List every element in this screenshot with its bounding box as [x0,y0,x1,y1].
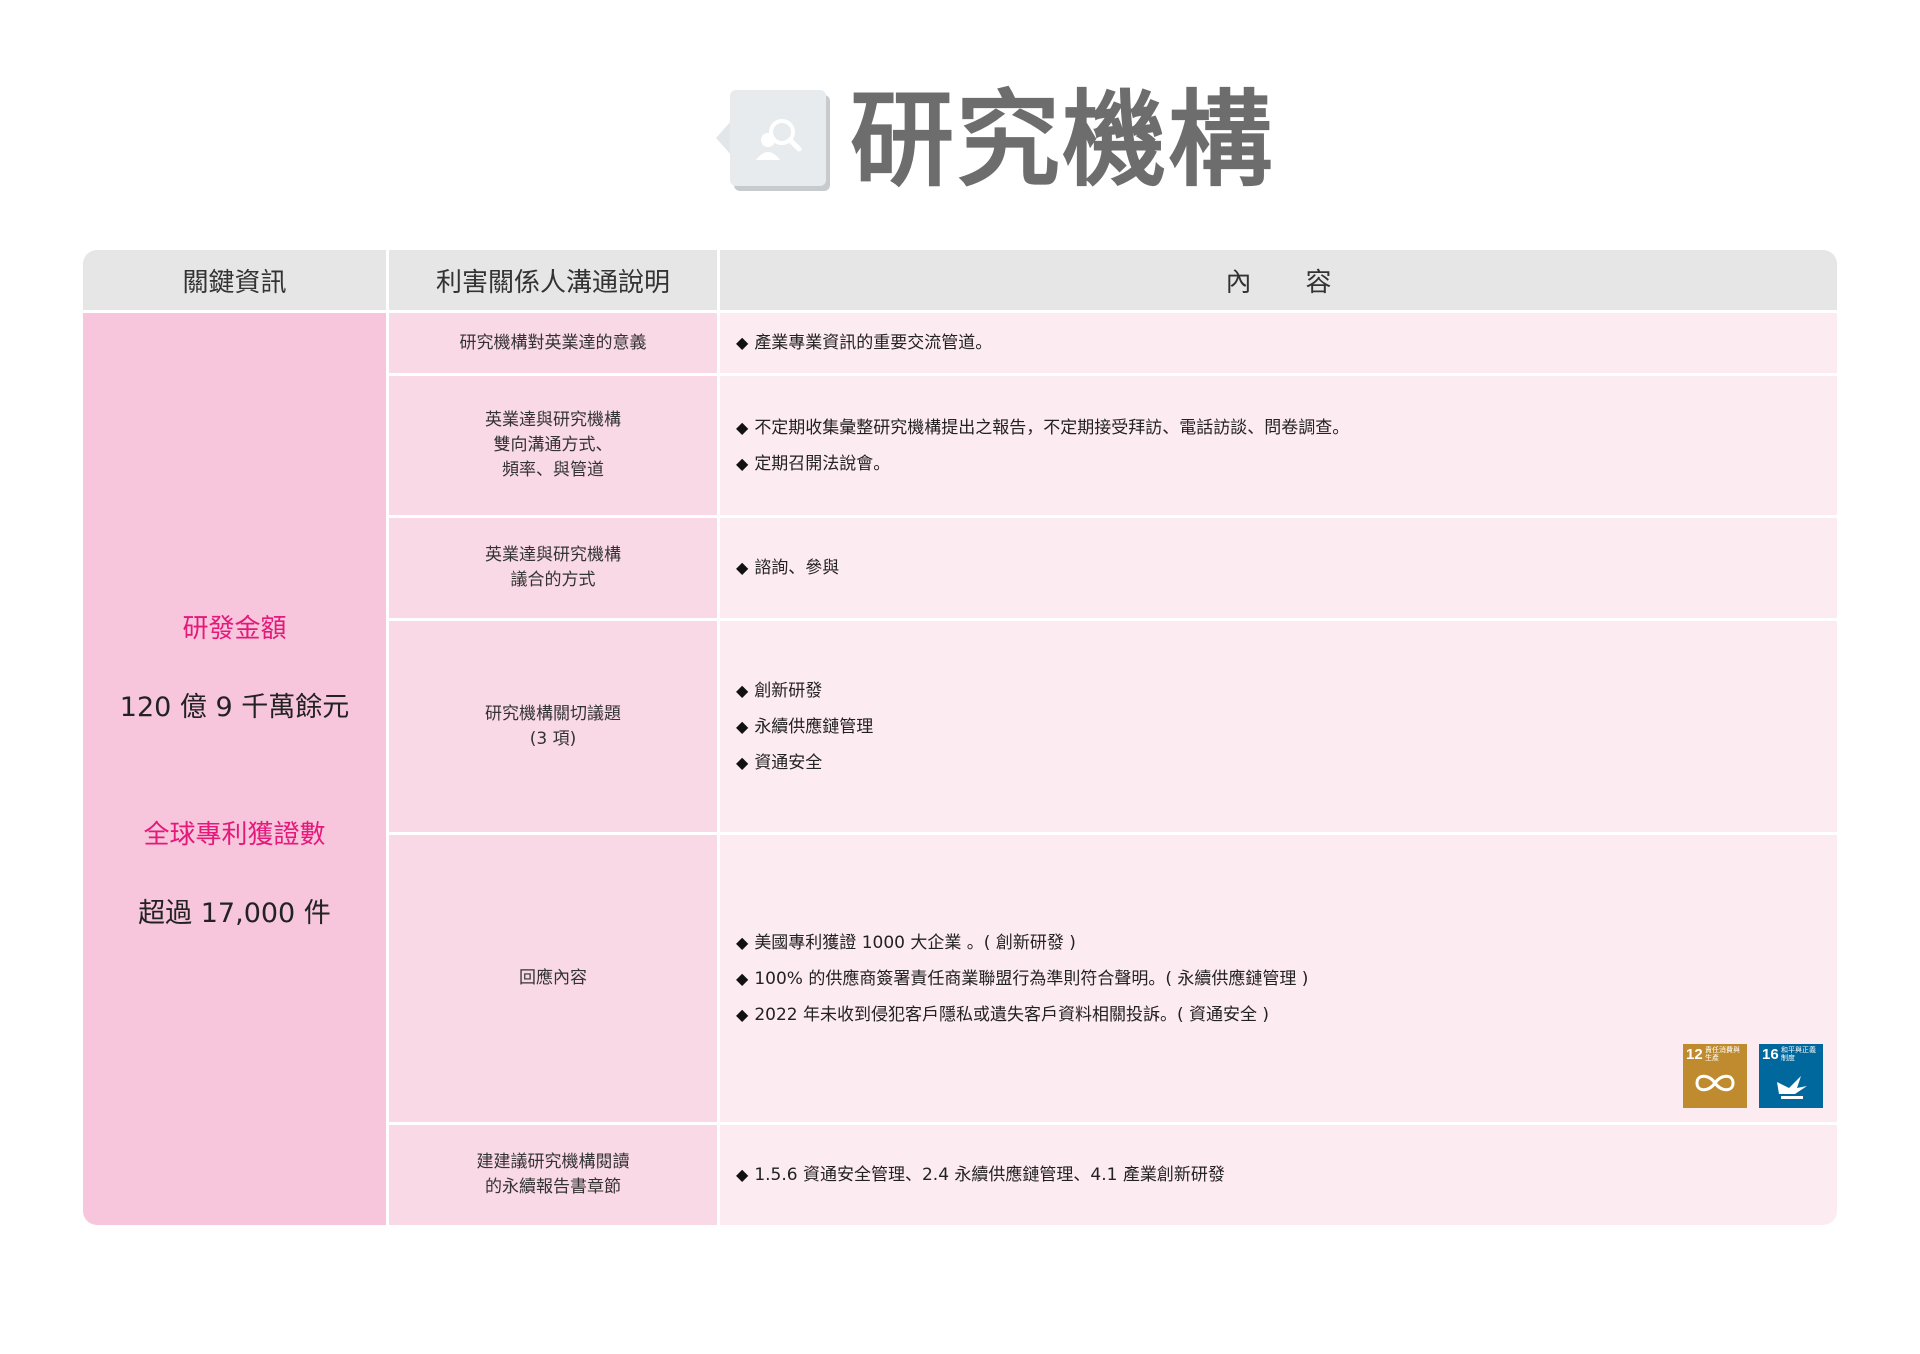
row-content: ◆ 創新研發 ◆ 永續供應鏈管理 ◆ 資通安全 [720,621,1837,832]
table-row: 建建議研究機構閱讀 的永續報告書章節 ◆ 1.5.6 資通安全管理、2.4 永續供… [389,1125,1837,1225]
row-content: ◆ 美國專利獲證 1000 大企業 。( 創新研發 ) ◆ 100% 的供應商簽署責… [720,835,1837,1122]
row-description: 回應內容 [389,835,717,1122]
row-description: 研究機構對英業達的意義 [389,313,717,373]
table-row: 英業達與研究機構 雙向溝通方式、 頻率、與管道 ◆ 不定期收集彙整研究機構提出之報… [389,376,1837,515]
infinity-icon [1695,1074,1735,1092]
key-info-column: 研發金額 120 億 9 千萬餘元 全球專利獲證數 超過 17,000 件 [83,313,386,1225]
list-item: ◆ 創新研發 [736,680,823,701]
table-row: 回應內容 ◆ 美國專利獲證 1000 大企業 。( 創新研發 ) ◆ 100% 的供… [389,835,1837,1122]
patent-label: 全球專利獲證數 [143,820,326,850]
header-stakeholder: 利害關係人溝通說明 [389,250,717,310]
row-content: ◆ 諮詢、參與 [720,518,1837,618]
dove-icon [1777,1076,1807,1099]
sdg-12-badge: 12 責任消費與生產 [1683,1044,1747,1108]
rd-label: 研發金額 [182,614,287,644]
row-description: 建建議研究機構閱讀 的永續報告書章節 [389,1125,717,1225]
list-item: ◆ 產業專業資訊的重要交流管道。 [736,333,993,353]
row-description: 英業達與研究機構 議合的方式 [389,518,717,618]
list-item: ◆ 美國專利獲證 1000 大企業 。( 創新研發 ) [736,932,1076,953]
row-content: ◆ 不定期收集彙整研究機構提出之報告，不定期接受拜訪、電話訪談、問卷調查。 ◆ 定期… [720,376,1837,515]
list-item: ◆ 2022 年未收到侵犯客戶隱私或遺失客戶資料相關投訴。( 資通安全 ) [736,1004,1270,1025]
row-content: ◆ 1.5.6 資通安全管理、2.4 永續供應鏈管理、4.1 產業創新研發 [720,1125,1837,1225]
sdg-badges: 12 責任消費與生產 16 和平與正義制度 [1683,1044,1823,1108]
row-description: 英業達與研究機構 雙向溝通方式、 頻率、與管道 [389,376,717,515]
list-item: ◆ 不定期收集彙整研究機構提出之報告，不定期接受拜訪、電話訪談、問卷調查。 [736,417,1350,438]
row-description: 研究機構關切議題 (3 項) [389,621,717,832]
patent-value: 超過 17,000 件 [138,898,331,929]
list-item: ◆ 諮詢、參與 [736,558,840,578]
page-header: 研究機構 [716,79,1275,201]
rd-value: 120 億 9 千萬餘元 [119,692,350,723]
search-person-icon [716,90,830,190]
list-item: ◆ 1.5.6 資通安全管理、2.4 永續供應鏈管理、4.1 產業創新研發 [736,1165,1225,1185]
table-row: 英業達與研究機構 議合的方式 ◆ 諮詢、參與 [389,518,1837,618]
list-item: ◆ 定期召開法說會。 [736,453,891,474]
stakeholder-table: 關鍵資訊 利害關係人溝通說明 內容 研發金額 120 億 9 千萬餘元 全球專利… [83,250,1837,1225]
row-content: ◆ 產業專業資訊的重要交流管道。 [720,313,1837,373]
page-title: 研究機構 [850,79,1275,201]
sdg-16-badge: 16 和平與正義制度 [1759,1044,1823,1108]
list-item: ◆ 100% 的供應商簽署責任商業聯盟行為準則符合聲明。( 永續供應鏈管理 ) [736,968,1309,989]
table-row: 研究機構關切議題 (3 項) ◆ 創新研發 ◆ 永續供應鏈管理 ◆ 資通安全 [389,621,1837,832]
list-item: ◆ 永續供應鏈管理 [736,716,874,737]
header-content: 內容 [720,250,1837,310]
header-key-info: 關鍵資訊 [83,250,386,310]
table-row: 研究機構對英業達的意義 ◆ 產業專業資訊的重要交流管道。 [389,313,1837,373]
list-item: ◆ 資通安全 [736,752,823,773]
